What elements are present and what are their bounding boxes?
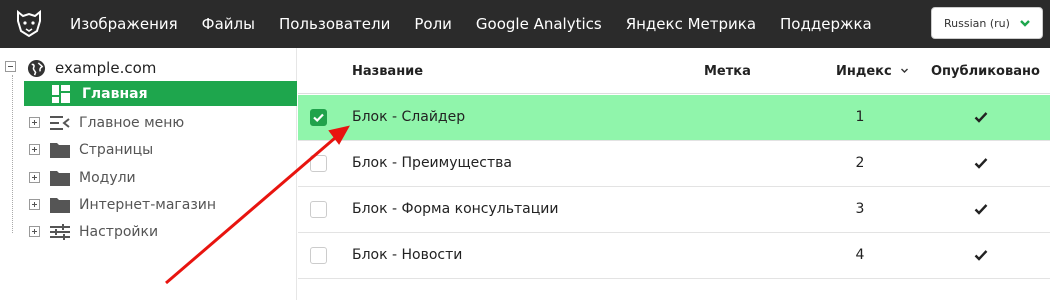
expand-toggle-pages[interactable] xyxy=(29,144,40,155)
leopard-logo-icon[interactable] xyxy=(14,9,44,39)
published-check-icon[interactable] xyxy=(974,202,988,216)
nav-item-files[interactable]: Файлы xyxy=(202,15,255,33)
expand-toggle-main-menu[interactable] xyxy=(29,117,40,128)
tree-item-label: Страницы xyxy=(79,142,154,158)
folder-icon xyxy=(50,169,70,187)
expand-toggle-settings[interactable] xyxy=(29,226,40,237)
table-row[interactable]: Блок - Слайдер 1 xyxy=(298,95,1050,141)
published-check-icon[interactable] xyxy=(974,156,988,170)
tree-item-label: Главное меню xyxy=(79,115,185,131)
row-checkbox[interactable] xyxy=(310,155,327,172)
table-row[interactable]: Блок - Новости 4 xyxy=(298,233,1050,279)
sliders-icon xyxy=(50,223,70,241)
tree-root-label: example.com xyxy=(55,59,157,77)
checkmark-icon xyxy=(313,113,324,123)
tree-item-label: Интернет-магазин xyxy=(79,197,217,213)
folder-icon xyxy=(50,141,70,159)
tree-item-main-menu[interactable]: Главное меню xyxy=(50,110,184,136)
row-name: Блок - Преимущества xyxy=(352,155,512,171)
sidebar-tree: example.com Главная Главное меню Страниц… xyxy=(0,48,297,300)
published-check-icon[interactable] xyxy=(974,110,988,124)
expand-toggle-shop[interactable] xyxy=(29,199,40,210)
tree-item-main-page[interactable]: Главная xyxy=(24,81,297,106)
column-header-published[interactable]: Опубликовано xyxy=(931,64,1040,79)
tree-root-example-com[interactable]: example.com xyxy=(26,55,156,81)
main-nav: Изображения Файлы Пользователи Роли Goog… xyxy=(70,0,896,48)
language-select[interactable]: Russian (ru) xyxy=(931,7,1043,39)
tree-item-modules[interactable]: Модули xyxy=(50,165,136,191)
tree-item-settings[interactable]: Настройки xyxy=(50,219,158,245)
nav-item-users[interactable]: Пользователи xyxy=(279,15,390,33)
dashboard-icon xyxy=(52,84,72,103)
expand-toggle-modules[interactable] xyxy=(29,172,40,183)
row-name: Блок - Новости xyxy=(352,247,463,263)
published-check-icon[interactable] xyxy=(974,248,988,262)
tree-item-main-page-label: Главная xyxy=(82,85,148,102)
blocks-table: Название Метка Индекс Опубликовано Блок … xyxy=(298,48,1050,300)
collapse-toggle-root[interactable] xyxy=(5,61,16,72)
row-checkbox-checked[interactable] xyxy=(310,109,327,126)
row-index: 4 xyxy=(855,247,865,263)
row-checkbox[interactable] xyxy=(310,247,327,264)
column-header-name[interactable]: Название xyxy=(352,64,423,79)
column-header-index[interactable]: Индекс xyxy=(836,64,909,79)
globe-icon xyxy=(26,59,46,77)
chevron-down-icon xyxy=(1020,20,1030,27)
nav-item-support[interactable]: Поддержка xyxy=(780,15,872,33)
row-index: 2 xyxy=(855,155,865,171)
tree-item-label: Модули xyxy=(79,170,136,186)
nav-item-roles[interactable]: Роли xyxy=(414,15,452,33)
column-header-index-label: Индекс xyxy=(836,64,892,79)
table-row[interactable]: Блок - Форма консультации 3 xyxy=(298,187,1050,233)
tree-item-shop[interactable]: Интернет-магазин xyxy=(50,192,216,218)
row-name: Блок - Слайдер xyxy=(352,109,466,125)
folder-icon xyxy=(50,196,70,214)
top-navbar: Изображения Файлы Пользователи Роли Goog… xyxy=(0,0,1050,48)
tree-item-label: Настройки xyxy=(79,224,159,240)
table-header: Название Метка Индекс Опубликовано xyxy=(298,48,1050,94)
row-checkbox[interactable] xyxy=(310,201,327,218)
language-select-value: Russian (ru) xyxy=(944,16,1010,30)
row-index: 1 xyxy=(855,109,865,125)
nav-item-google-analytics[interactable]: Google Analytics xyxy=(476,15,602,33)
sort-chevron-down-icon xyxy=(901,68,909,73)
column-header-tag[interactable]: Метка xyxy=(704,64,751,79)
table-row[interactable]: Блок - Преимущества 2 xyxy=(298,141,1050,187)
row-name: Блок - Форма консультации xyxy=(352,201,559,217)
menu-collapse-icon xyxy=(50,114,70,132)
nav-item-yandex-metrika[interactable]: Яндекс Метрика xyxy=(626,15,756,33)
tree-connector-line xyxy=(12,75,13,233)
row-index: 3 xyxy=(855,201,865,217)
nav-item-images[interactable]: Изображения xyxy=(70,15,178,33)
tree-item-pages[interactable]: Страницы xyxy=(50,137,153,163)
